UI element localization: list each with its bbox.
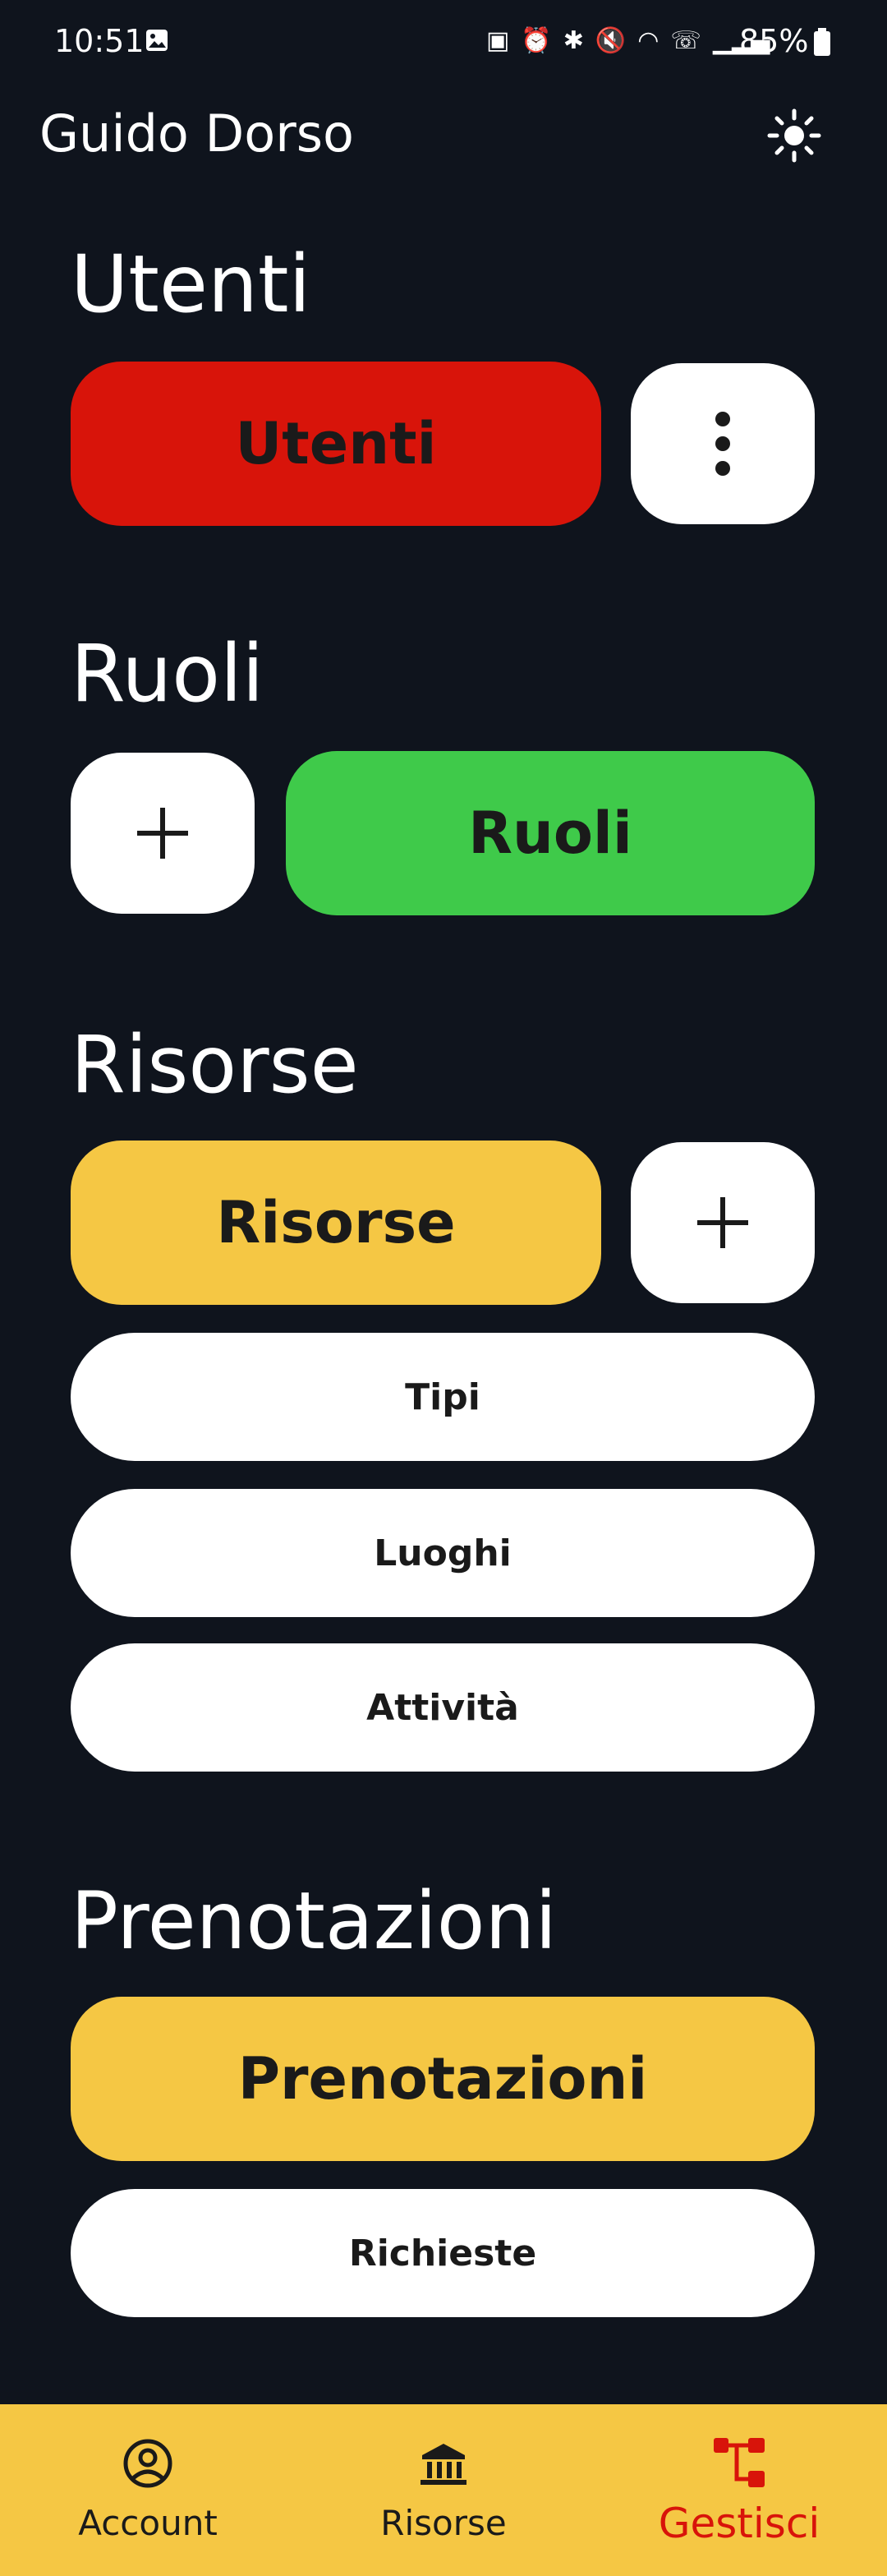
sun-icon [767, 108, 821, 163]
utenti-button[interactable]: Utenti [71, 362, 601, 526]
mute-icon: 🔇 [595, 26, 627, 55]
ruoli-button[interactable]: Ruoli [286, 751, 815, 915]
nav-label-account: Account [78, 2503, 218, 2543]
sync-icon: ▣ [486, 26, 510, 55]
risorse-add-button[interactable] [631, 1142, 815, 1303]
risorse-button[interactable]: Risorse [71, 1141, 601, 1305]
gallery-icon [146, 30, 168, 51]
utenti-more-button[interactable] [631, 363, 815, 524]
nav-label-risorse: Risorse [380, 2503, 507, 2543]
call-icon: ☏ [670, 26, 701, 55]
tipi-button[interactable]: Tipi [71, 1333, 815, 1461]
plus-icon [697, 1197, 748, 1248]
bottom-nav: Account Risorse Gestisci [0, 2404, 887, 2576]
prenotazioni-button[interactable]: Prenotazioni [71, 1997, 815, 2161]
richieste-button[interactable]: Richieste [71, 2189, 815, 2317]
bank-icon [414, 2434, 473, 2493]
account-circle-icon [118, 2434, 177, 2493]
nav-item-account[interactable]: Account [0, 2404, 296, 2576]
nav-item-risorse[interactable]: Risorse [296, 2404, 591, 2576]
wifi-icon: ◠ [637, 26, 660, 55]
nav-label-gestisci: Gestisci [658, 2500, 820, 2547]
battery-icon [814, 28, 830, 56]
nav-item-gestisci[interactable]: Gestisci [591, 2404, 887, 2576]
section-title-prenotazioni: Prenotazioni [71, 1875, 557, 1967]
status-icons: ▣ ⏰ ✱ 🔇 ◠ ☏ ▁▂▄ [486, 25, 770, 58]
page-title: Guido Dorso [39, 104, 354, 164]
section-title-ruoli: Ruoli [71, 628, 264, 720]
ruoli-add-button[interactable] [71, 753, 255, 914]
theme-toggle-button[interactable] [764, 105, 825, 166]
bluetooth-icon: ✱ [563, 26, 584, 55]
alarm-icon: ⏰ [521, 26, 552, 55]
status-time: 10:51 [54, 23, 145, 59]
plus-icon [137, 808, 188, 859]
attivita-button[interactable]: Attività [71, 1643, 815, 1772]
section-title-risorse: Risorse [71, 1019, 359, 1111]
luoghi-button[interactable]: Luoghi [71, 1489, 815, 1617]
battery-percent: 85% [739, 23, 809, 59]
hierarchy-icon [710, 2434, 769, 2493]
status-bar: 10:51 ▣ ⏰ ✱ 🔇 ◠ ☏ ▁▂▄ 85% [0, 0, 887, 85]
more-vertical-icon [715, 412, 730, 476]
section-title-utenti: Utenti [71, 238, 311, 330]
